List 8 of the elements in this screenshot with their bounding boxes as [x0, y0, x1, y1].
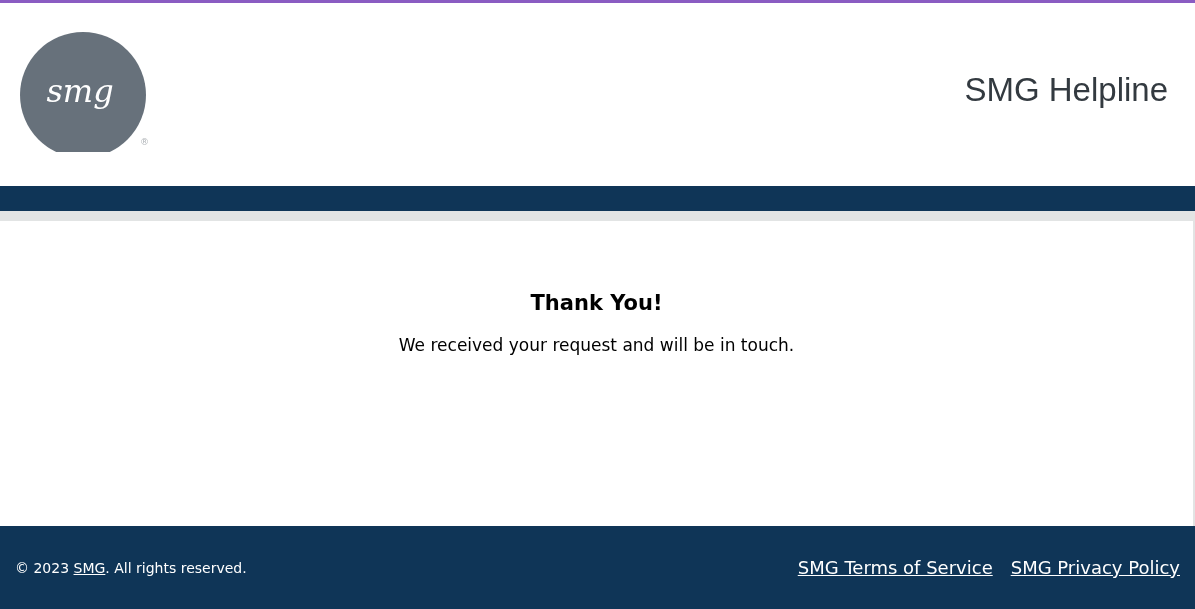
footer-link[interactable]: SMG Privacy Policy	[1010, 557, 1180, 578]
logo: smg ®	[20, 31, 150, 152]
smg-link[interactable]: SMG	[73, 559, 106, 576]
heading: Thank You!	[530, 291, 663, 315]
copyright-text: © 2023 SMG. All rights reserved.	[15, 559, 247, 576]
site-title: SMG Helpline	[964, 70, 1168, 109]
footer-link[interactable]: SMG Terms of Service	[797, 557, 993, 578]
message-text: We received your request and will be in touch.	[398, 335, 795, 355]
